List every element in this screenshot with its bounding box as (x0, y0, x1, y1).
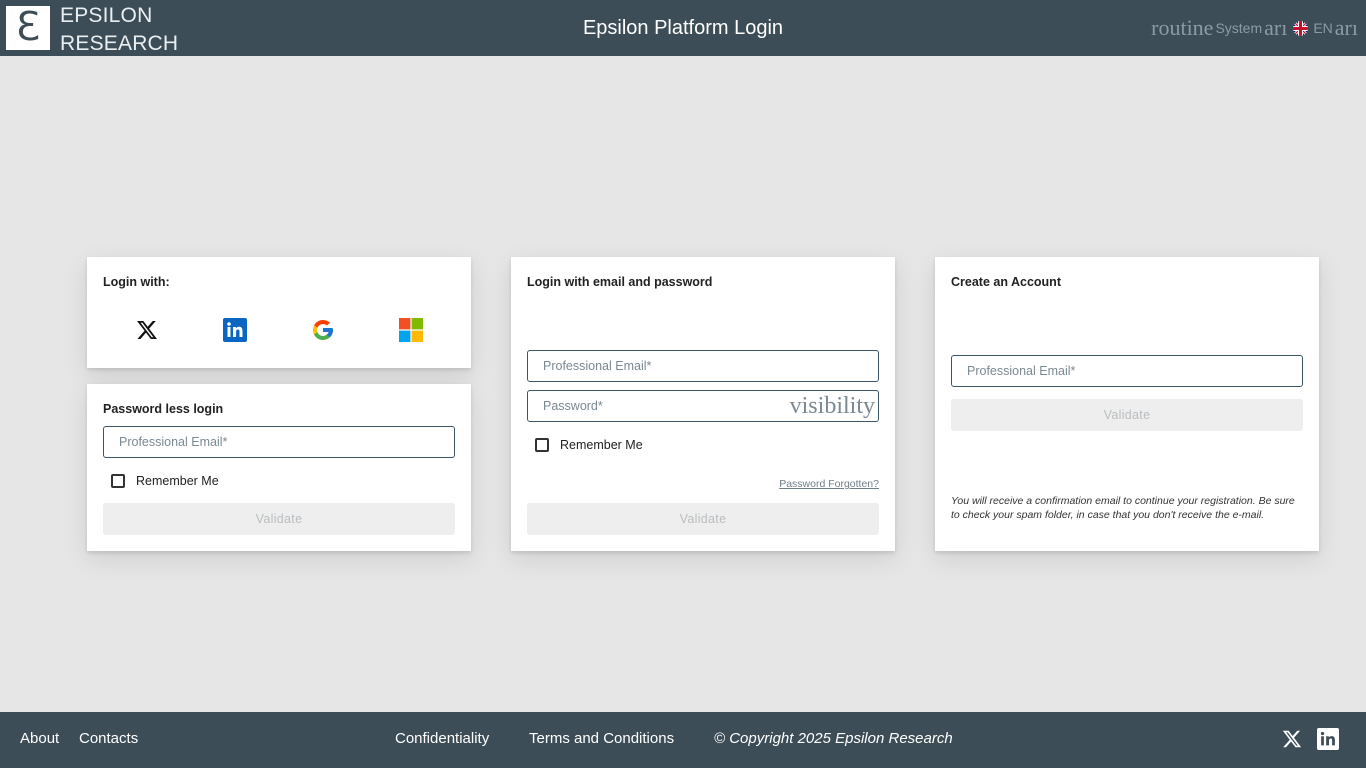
login-linkedin-button[interactable] (191, 317, 279, 347)
passwordless-email-field[interactable] (103, 426, 455, 458)
register-email-field[interactable] (951, 355, 1303, 387)
remember-me-checkbox[interactable] (111, 474, 125, 488)
language-selector[interactable]: EN arı (1287, 15, 1358, 41)
create-account-card: Create an Account Validate You will rece… (935, 257, 1319, 551)
email-password-login-card: Login with email and password visibility… (511, 257, 895, 551)
theme-label: System (1215, 20, 1263, 36)
remember-me-label: Remember Me (136, 474, 219, 488)
email-password-title: Login with email and password (527, 275, 713, 289)
remember-me-label: Remember Me (560, 438, 643, 452)
passwordless-validate-button[interactable]: Validate (103, 503, 455, 535)
registration-note: You will receive a confirmation email to… (951, 495, 1295, 521)
login-x-button[interactable] (103, 317, 191, 347)
remember-me-checkbox[interactable] (535, 438, 549, 452)
theme-icon: routine (1151, 15, 1214, 40)
footer-confidentiality-link[interactable]: Confidentiality (395, 730, 489, 747)
social-login-title: Login with: (103, 275, 170, 289)
linkedin-icon[interactable] (1317, 728, 1339, 754)
microsoft-icon (399, 317, 423, 347)
passwordless-login-card: Password less login Remember Me Validate (87, 384, 471, 551)
logo-text: EPSILON RESEARCH (60, 2, 178, 58)
register-email-input[interactable] (952, 356, 1302, 386)
theme-selector[interactable]: routine System arı (1151, 15, 1287, 41)
passwordless-email-input[interactable] (104, 427, 454, 457)
language-dropdown-icon: arı (1334, 15, 1358, 40)
x-icon[interactable] (1281, 728, 1303, 754)
uk-flag-icon (1293, 20, 1309, 36)
linkedin-icon (223, 317, 247, 347)
passwordless-remember-me[interactable]: Remember Me (111, 474, 219, 488)
login-microsoft-button[interactable] (367, 317, 455, 347)
password-forgotten-link[interactable]: Password Forgotten? (779, 478, 879, 490)
passwordless-title: Password less login (103, 402, 224, 416)
login-remember-me[interactable]: Remember Me (535, 438, 643, 452)
google-icon (311, 318, 335, 347)
logo-glyph: ℇ (15, 4, 41, 50)
login-email-input[interactable] (528, 351, 878, 381)
visibility-icon[interactable]: visibility (790, 390, 875, 422)
login-validate-button[interactable]: Validate (527, 503, 879, 535)
logo-line-2: RESEARCH (60, 32, 179, 55)
language-label: EN (1313, 20, 1333, 36)
logo-mark: ℇ (6, 6, 50, 50)
x-icon (135, 318, 159, 347)
social-providers (103, 317, 455, 347)
logo[interactable]: ℇ EPSILON RESEARCH (6, 4, 178, 58)
login-google-button[interactable] (279, 317, 367, 347)
create-account-title: Create an Account (951, 275, 1061, 289)
footer-copyright: © Copyright 2025 Epsilon Research (714, 730, 953, 747)
footer: About Contacts Confidentiality Terms and… (0, 712, 1366, 768)
theme-dropdown-icon: arı (1264, 15, 1288, 40)
login-email-field[interactable] (527, 350, 879, 382)
logo-line-1: EPSILON (60, 4, 153, 27)
top-bar: ℇ EPSILON RESEARCH Epsilon Platform Logi… (0, 0, 1366, 56)
social-login-card: Login with: (87, 257, 471, 368)
footer-terms-link[interactable]: Terms and Conditions (529, 730, 674, 747)
register-validate-button[interactable]: Validate (951, 399, 1303, 431)
footer-contacts-link[interactable]: Contacts (79, 730, 138, 747)
footer-about-link[interactable]: About (20, 730, 59, 747)
header-controls: routine System arı EN arı (1151, 14, 1358, 42)
login-password-field[interactable]: visibility (527, 390, 879, 422)
